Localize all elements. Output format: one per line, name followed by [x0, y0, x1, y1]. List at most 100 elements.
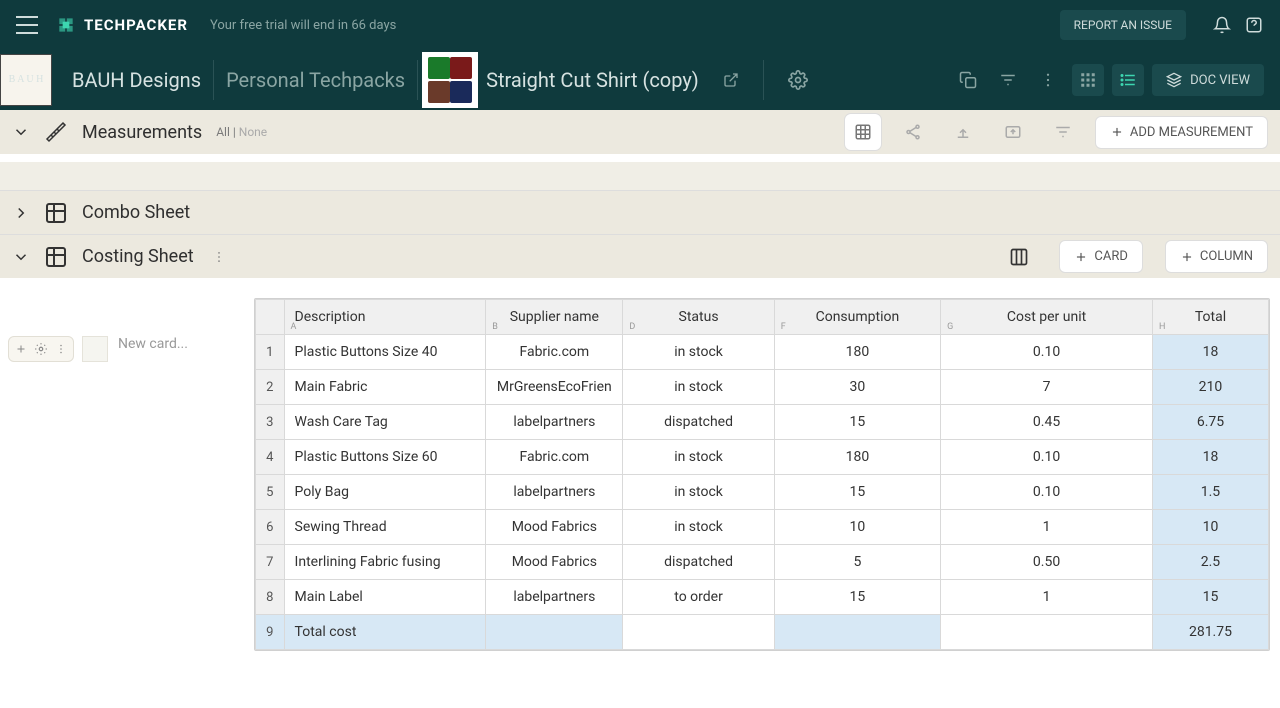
add-row-icon[interactable]: [11, 339, 31, 359]
add-measurement-button[interactable]: ADD MEASUREMENT: [1095, 116, 1268, 149]
cell-cost-per-unit[interactable]: 0.50: [941, 545, 1153, 580]
cell-supplier[interactable]: labelpartners: [486, 405, 623, 440]
cell-supplier[interactable]: labelpartners: [486, 475, 623, 510]
table-row[interactable]: 7 Interlining Fabric fusing Mood Fabrics…: [256, 545, 1269, 580]
table-row[interactable]: 3 Wash Care Tag labelpartners dispatched…: [256, 405, 1269, 440]
table-row[interactable]: 6 Sewing Thread Mood Fabrics in stock 10…: [256, 510, 1269, 545]
breadcrumb-workspace[interactable]: BAUH Designs: [64, 68, 209, 92]
cell-description[interactable]: Plastic Buttons Size 60: [284, 440, 486, 475]
cell-consumption[interactable]: 30: [774, 370, 940, 405]
measurements-filter[interactable]: All | None: [216, 125, 267, 139]
cell-status[interactable]: in stock: [623, 335, 774, 370]
cell-consumption[interactable]: 180: [774, 335, 940, 370]
grid-view-icon[interactable]: [1072, 64, 1104, 96]
collapse-icon[interactable]: [12, 248, 30, 266]
cell-total[interactable]: 18: [1152, 440, 1268, 475]
table-row[interactable]: 5 Poly Bag labelpartners in stock 15 0.1…: [256, 475, 1269, 510]
cell-consumption[interactable]: 10: [774, 510, 940, 545]
open-external-icon[interactable]: [723, 72, 739, 88]
add-card-button[interactable]: CARD: [1059, 240, 1142, 273]
cell-description[interactable]: Wash Care Tag: [284, 405, 486, 440]
col-supplier[interactable]: Supplier nameB: [486, 300, 623, 335]
menu-icon[interactable]: [16, 16, 38, 34]
card-placeholder[interactable]: [82, 336, 108, 362]
cell-total[interactable]: 6.75: [1152, 405, 1268, 440]
cell-status[interactable]: [623, 615, 774, 650]
more-icon[interactable]: [1032, 64, 1064, 96]
cell-cost-per-unit[interactable]: 0.10: [941, 475, 1153, 510]
table-icon[interactable]: [845, 114, 881, 150]
cell-description[interactable]: Plastic Buttons Size 40: [284, 335, 486, 370]
cell-consumption[interactable]: [774, 615, 940, 650]
add-column-button[interactable]: COLUMN: [1165, 240, 1268, 273]
cell-consumption[interactable]: 180: [774, 440, 940, 475]
help-icon[interactable]: [1244, 15, 1264, 35]
cell-consumption[interactable]: 15: [774, 405, 940, 440]
table-row[interactable]: 8 Main Label labelpartners to order 15 1…: [256, 580, 1269, 615]
col-consumption[interactable]: ConsumptionF: [774, 300, 940, 335]
cell-total[interactable]: 281.75: [1152, 615, 1268, 650]
col-description[interactable]: DescriptionA: [284, 300, 486, 335]
table-row[interactable]: 4 Plastic Buttons Size 60 Fabric.com in …: [256, 440, 1269, 475]
cell-status[interactable]: to order: [623, 580, 774, 615]
cell-consumption[interactable]: 15: [774, 475, 940, 510]
cell-description[interactable]: Interlining Fabric fusing: [284, 545, 486, 580]
sort-icon[interactable]: [1045, 114, 1081, 150]
col-status[interactable]: StatusD: [623, 300, 774, 335]
breadcrumb-item[interactable]: Straight Cut Shirt (copy): [478, 68, 707, 92]
cell-cost-per-unit[interactable]: 0.45: [941, 405, 1153, 440]
report-issue-button[interactable]: REPORT AN ISSUE: [1060, 10, 1186, 40]
cell-consumption[interactable]: 5: [774, 545, 940, 580]
filter-view-icon[interactable]: [992, 64, 1024, 96]
cell-supplier[interactable]: MrGreensEcoFrien: [486, 370, 623, 405]
cell-supplier[interactable]: Fabric.com: [486, 335, 623, 370]
cell-cost-per-unit[interactable]: 0.10: [941, 335, 1153, 370]
cell-supplier[interactable]: Mood Fabrics: [486, 545, 623, 580]
new-card-input[interactable]: New card...: [118, 336, 188, 352]
copy-icon[interactable]: [952, 64, 984, 96]
cell-cost-per-unit[interactable]: 0.10: [941, 440, 1153, 475]
col-total[interactable]: TotalH: [1152, 300, 1268, 335]
cell-description[interactable]: Sewing Thread: [284, 510, 486, 545]
cell-total[interactable]: 18: [1152, 335, 1268, 370]
col-cost-per-unit[interactable]: Cost per unitG: [941, 300, 1153, 335]
cell-status[interactable]: dispatched: [623, 545, 774, 580]
cell-cost-per-unit[interactable]: 1: [941, 510, 1153, 545]
cell-status[interactable]: in stock: [623, 475, 774, 510]
cell-description[interactable]: Total cost: [284, 615, 486, 650]
cell-cost-per-unit[interactable]: 1: [941, 580, 1153, 615]
table-row[interactable]: 1 Plastic Buttons Size 40 Fabric.com in …: [256, 335, 1269, 370]
export-icon[interactable]: [995, 114, 1031, 150]
breadcrumb-collection[interactable]: Personal Techpacks: [218, 68, 413, 92]
cell-supplier[interactable]: [486, 615, 623, 650]
cell-consumption[interactable]: 15: [774, 580, 940, 615]
cell-description[interactable]: Main Fabric: [284, 370, 486, 405]
list-view-icon[interactable]: [1112, 64, 1144, 96]
brand-logo[interactable]: TECHPACKER: [56, 15, 188, 35]
upload-icon[interactable]: [945, 114, 981, 150]
expand-icon[interactable]: [12, 204, 30, 222]
cell-description[interactable]: Main Label: [284, 580, 486, 615]
cell-status[interactable]: in stock: [623, 370, 774, 405]
row-more-icon[interactable]: [51, 339, 71, 359]
notifications-icon[interactable]: [1212, 15, 1232, 35]
cell-total[interactable]: 2.5: [1152, 545, 1268, 580]
cell-cost-per-unit[interactable]: [941, 615, 1153, 650]
cell-description[interactable]: Poly Bag: [284, 475, 486, 510]
columns-icon[interactable]: [1001, 239, 1037, 275]
workspace-avatar[interactable]: B A U H: [0, 54, 52, 106]
cell-status[interactable]: in stock: [623, 440, 774, 475]
cell-total[interactable]: 210: [1152, 370, 1268, 405]
cell-status[interactable]: dispatched: [623, 405, 774, 440]
more-icon[interactable]: [212, 250, 226, 264]
share-icon[interactable]: [895, 114, 931, 150]
cell-total[interactable]: 10: [1152, 510, 1268, 545]
cell-supplier[interactable]: Mood Fabrics: [486, 510, 623, 545]
total-row[interactable]: 9 Total cost 281.75: [256, 615, 1269, 650]
item-thumbnail[interactable]: [422, 52, 478, 108]
cell-supplier[interactable]: labelpartners: [486, 580, 623, 615]
cell-status[interactable]: in stock: [623, 510, 774, 545]
cell-cost-per-unit[interactable]: 7: [941, 370, 1153, 405]
cell-total[interactable]: 15: [1152, 580, 1268, 615]
collapse-icon[interactable]: [12, 123, 30, 141]
